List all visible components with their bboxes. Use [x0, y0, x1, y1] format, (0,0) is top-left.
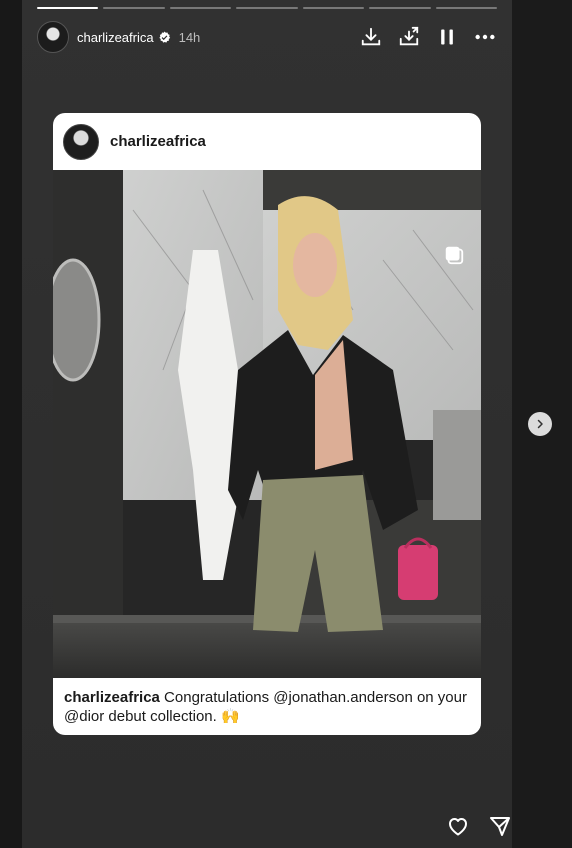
send-icon[interactable]	[487, 813, 512, 839]
progress-segment	[369, 7, 431, 9]
save-to-device-icon[interactable]	[397, 25, 421, 49]
chevron-right-icon	[537, 419, 543, 429]
left-backdrop	[0, 0, 22, 848]
progress-segment	[236, 7, 298, 9]
heart-icon[interactable]	[445, 813, 471, 839]
story-header: charlizeafrica 14h	[37, 20, 497, 54]
shared-post-card[interactable]: charlizeafrica charlizeafrica Congratula…	[53, 113, 481, 735]
progress-segment	[169, 7, 232, 9]
progress-segment	[37, 7, 99, 9]
next-story-button[interactable]	[528, 412, 552, 436]
story-footer-actions	[445, 813, 512, 839]
story-timestamp: 14h	[178, 29, 201, 45]
more-options-icon[interactable]	[473, 25, 497, 49]
post-avatar[interactable]	[63, 123, 99, 160]
post-header: charlizeafrica	[53, 113, 481, 170]
header-actions	[359, 20, 497, 54]
post-username[interactable]: charlizeafrica	[110, 133, 206, 150]
pause-icon[interactable]	[435, 25, 459, 49]
story-progress-bar	[37, 7, 497, 9]
post-photo-image	[53, 170, 481, 678]
post-caption: charlizeafrica Congratulations @jonathan…	[64, 688, 474, 726]
verified-badge-icon	[158, 31, 170, 43]
post-photo[interactable]	[53, 170, 481, 678]
story-viewer: charlizeafrica 14h charlizeafrica charli…	[22, 0, 512, 848]
progress-segment	[103, 7, 165, 9]
avatar[interactable]	[37, 21, 69, 53]
progress-segment	[302, 7, 365, 9]
caption-username[interactable]: charlizeafrica	[64, 689, 160, 706]
story-username[interactable]: charlizeafrica	[77, 30, 154, 45]
multiple-photos-icon	[445, 246, 464, 265]
download-icon[interactable]	[359, 25, 383, 49]
progress-segment	[435, 7, 497, 9]
